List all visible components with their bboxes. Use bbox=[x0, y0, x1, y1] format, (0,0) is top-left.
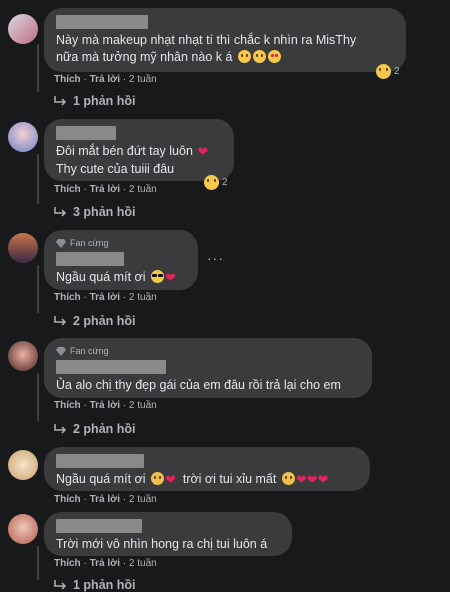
reply-link[interactable]: Trả lời bbox=[90, 400, 120, 411]
diamond-icon bbox=[56, 238, 66, 248]
timestamp[interactable]: 2 tuần bbox=[129, 292, 157, 303]
reply-link[interactable]: Trả lời bbox=[90, 558, 120, 569]
heart-icon: ❤ bbox=[197, 145, 209, 160]
comment-actions: Thích · Trả lời · 2 tuần bbox=[54, 184, 157, 195]
heart-icon: ❤ bbox=[164, 473, 176, 488]
view-replies-link[interactable]: 2 phản hồi bbox=[54, 422, 136, 436]
view-replies-link[interactable]: 2 phản hồi bbox=[54, 314, 136, 328]
reaction-count: 2 bbox=[394, 66, 400, 77]
reaction-summary[interactable]: 2 bbox=[204, 175, 228, 190]
reaction-summary[interactable]: 2 bbox=[376, 64, 400, 79]
commenter-name-redacted[interactable] bbox=[56, 454, 144, 468]
commenter-name-redacted[interactable] bbox=[56, 519, 142, 533]
reply-arrow-icon bbox=[54, 316, 67, 326]
commenter-name-redacted[interactable] bbox=[56, 252, 124, 266]
comment-text: Đôi mắt bén đứt tay luôn ❤ bbox=[56, 144, 209, 160]
comment-actions: Thích · Trả lời · 2 tuần bbox=[54, 74, 157, 85]
view-replies-link[interactable]: 1 phản hồi bbox=[54, 578, 136, 592]
comment-bubble: Đôi mắt bén đứt tay luôn ❤ Thy cute của … bbox=[44, 119, 234, 181]
reply-arrow-icon bbox=[54, 207, 67, 217]
timestamp[interactable]: 2 tuần bbox=[129, 558, 157, 569]
kiss-emoji-icon bbox=[281, 472, 295, 485]
laughing-emoji-icon bbox=[376, 64, 391, 79]
avatar[interactable] bbox=[8, 122, 38, 152]
thread-line bbox=[37, 44, 39, 92]
smiling-emoji-icon bbox=[237, 50, 251, 63]
avatar[interactable] bbox=[8, 14, 38, 44]
fan-badge[interactable]: Fan cứng bbox=[56, 345, 360, 357]
more-options-icon[interactable]: ··· bbox=[207, 250, 224, 266]
like-link[interactable]: Thích bbox=[54, 184, 81, 195]
like-link[interactable]: Thích bbox=[54, 494, 81, 505]
like-link[interactable]: Thích bbox=[54, 292, 81, 303]
comment-bubble: Này mà makeup nhạt nhạt tí thì chắc k nh… bbox=[44, 8, 406, 72]
like-link[interactable]: Thích bbox=[54, 74, 81, 85]
fan-badge[interactable]: Fan cứng bbox=[56, 237, 186, 249]
diamond-icon bbox=[56, 346, 66, 356]
comment-actions: Thích · Trả lời · 2 tuần bbox=[54, 558, 157, 569]
view-replies-link[interactable]: 3 phản hồi bbox=[54, 205, 136, 219]
reply-link[interactable]: Trả lời bbox=[90, 184, 120, 195]
comment-text: Ủa alo chị thy đẹp gái của em đâu rồi tr… bbox=[56, 378, 341, 392]
timestamp[interactable]: 2 tuần bbox=[129, 400, 157, 411]
heart-icon: ❤ bbox=[164, 271, 176, 286]
comment-bubble: Fan cứng Ngầu quá mít ơi ❤ bbox=[44, 230, 198, 290]
avatar[interactable] bbox=[8, 450, 38, 480]
reaction-count: 2 bbox=[222, 177, 228, 188]
comment-text: Này mà makeup nhạt nhạt tí thì chắc k nh… bbox=[56, 33, 357, 47]
avatar[interactable] bbox=[8, 233, 38, 263]
comment-bubble: Fan cứng Ủa alo chị thy đẹp gái của em đ… bbox=[44, 338, 372, 398]
commenter-name-redacted[interactable] bbox=[56, 126, 116, 140]
comment-text: Trời mới vô nhìn hong ra chị tui luôn á bbox=[56, 537, 268, 551]
comment-text-line2: Thy cute của tuiii đâu bbox=[56, 162, 175, 176]
view-replies-link[interactable]: 1 phản hồi bbox=[54, 94, 136, 108]
comment-actions: Thích · Trả lời · 2 tuần bbox=[54, 400, 157, 411]
comment-text-line2: nữa mà tưởng mỹ nhân nào k á bbox=[56, 49, 394, 66]
thread-line bbox=[37, 265, 39, 313]
avatar[interactable] bbox=[8, 514, 38, 544]
comment-actions: Thích · Trả lời · 2 tuần bbox=[54, 292, 157, 303]
comment-actions: Thích · Trả lời · 2 tuần bbox=[54, 494, 157, 505]
reply-link[interactable]: Trả lời bbox=[90, 74, 120, 85]
reply-link[interactable]: Trả lời bbox=[90, 494, 120, 505]
heart-eyes-emoji-icon bbox=[267, 50, 281, 63]
timestamp[interactable]: 2 tuần bbox=[129, 74, 157, 85]
thread-line bbox=[37, 154, 39, 204]
kiss-emoji-icon bbox=[150, 472, 164, 485]
comment-bubble: Ngầu quá mít ơi ❤ trời ơi tui xỉu mất ❤❤… bbox=[44, 447, 370, 491]
like-link[interactable]: Thích bbox=[54, 558, 81, 569]
timestamp[interactable]: 2 tuần bbox=[129, 494, 157, 505]
commenter-name-redacted[interactable] bbox=[56, 15, 148, 29]
reply-arrow-icon bbox=[54, 424, 67, 434]
reply-arrow-icon bbox=[54, 96, 67, 106]
comment-text: Ngầu quá mít ơi ❤ trời ơi tui xỉu mất ❤❤… bbox=[56, 472, 329, 488]
timestamp[interactable]: 2 tuần bbox=[129, 184, 157, 195]
heart-icon: ❤❤❤ bbox=[295, 473, 329, 488]
avatar[interactable] bbox=[8, 341, 38, 371]
like-link[interactable]: Thích bbox=[54, 400, 81, 411]
thread-line bbox=[37, 373, 39, 421]
dizzy-emoji-icon bbox=[252, 50, 266, 63]
comment-text: Ngầu quá mít ơi ❤ bbox=[56, 270, 176, 286]
commenter-name-redacted[interactable] bbox=[56, 360, 166, 374]
reply-link[interactable]: Trả lời bbox=[90, 292, 120, 303]
comment-bubble: Trời mới vô nhìn hong ra chị tui luôn á bbox=[44, 512, 292, 556]
thread-line bbox=[37, 546, 39, 580]
laughing-emoji-icon bbox=[204, 175, 219, 190]
sunglasses-emoji-icon bbox=[150, 270, 164, 283]
